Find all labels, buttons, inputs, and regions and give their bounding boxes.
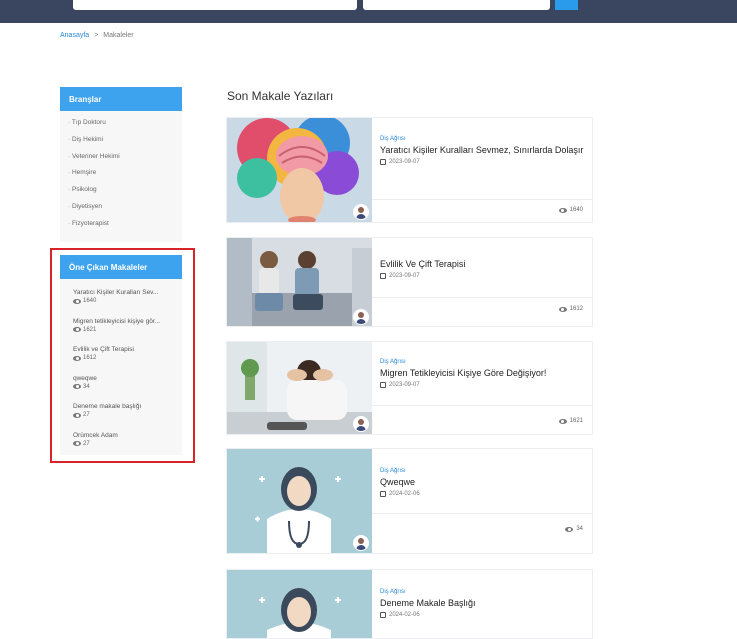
section-title: Son Makale Yazıları (227, 89, 334, 103)
breadcrumb-separator: > (94, 32, 99, 39)
article-image[interactable] (227, 342, 372, 434)
article-card[interactable]: Diş Ağrısı Yaratıcı Kişiler Kuralları Se… (226, 117, 593, 223)
calendar-icon (380, 491, 386, 497)
search-button[interactable] (555, 0, 578, 10)
article-date: 2023-09-07 (389, 159, 420, 165)
article-title[interactable]: Evlilik Ve Çift Terapisi (380, 259, 584, 270)
calendar-icon (380, 159, 386, 165)
article-date: 2023-09-07 (389, 273, 420, 279)
article-views: 1621 (569, 418, 583, 424)
calendar-icon (380, 273, 386, 279)
divider (372, 199, 592, 200)
branch-item[interactable]: Tıp Doktoru (68, 117, 182, 134)
branches-widget: Branşlar Tıp Doktoru Diş Hekimi Veterine… (60, 87, 182, 242)
article-image[interactable] (227, 238, 372, 326)
search-input[interactable] (73, 0, 357, 10)
article-date: 2024-02-06 (389, 612, 420, 618)
breadcrumb: Anasayfa > Makaleler (60, 32, 134, 39)
eye-icon (558, 207, 567, 213)
article-date: 2023-09-07 (389, 382, 420, 388)
article-category[interactable]: Diş Ağrısı (380, 468, 584, 474)
author-avatar[interactable] (353, 204, 369, 220)
article-title[interactable]: Qweqwe (380, 477, 584, 488)
highlight-box (50, 248, 195, 463)
branch-item[interactable]: Diş Hekimi (68, 134, 182, 151)
article-image[interactable] (227, 570, 372, 638)
article-category[interactable]: Diş Ağrısı (380, 589, 584, 595)
article-card[interactable]: Diş Ağrısı Qweqwe 2024-02-06 34 (226, 448, 593, 554)
eye-icon (558, 306, 567, 312)
branch-item[interactable]: Psikolog (68, 184, 182, 201)
article-title[interactable]: Yaratıcı Kişiler Kuralları Sevmez, Sınır… (380, 145, 584, 156)
article-title[interactable]: Migren Tetikleyicisi Kişiye Göre Değişiy… (380, 368, 584, 379)
branches-title: Branşlar (60, 87, 182, 111)
article-date: 2024-02-06 (389, 491, 420, 497)
article-image[interactable] (227, 449, 372, 553)
calendar-icon (380, 382, 386, 388)
article-views: 1640 (569, 207, 583, 213)
article-views: 1612 (569, 306, 583, 312)
breadcrumb-current: Makaleler (103, 32, 134, 39)
article-card[interactable]: Diş Ağrısı Migren Tetikleyicisi Kişiye G… (226, 341, 593, 435)
article-views: 34 (576, 526, 583, 532)
author-avatar[interactable] (353, 309, 369, 325)
top-navbar (0, 0, 737, 23)
branch-item[interactable]: Diyetisyen (68, 201, 182, 218)
breadcrumb-home-link[interactable]: Anasayfa (60, 32, 89, 39)
branch-item[interactable]: Fizyoterapist (68, 218, 182, 235)
eye-icon (558, 418, 567, 424)
branch-item[interactable]: Hemşire (68, 167, 182, 184)
article-image[interactable] (227, 118, 372, 222)
article-category[interactable]: Diş Ağrısı (380, 359, 584, 365)
calendar-icon (380, 612, 386, 618)
author-avatar[interactable] (353, 416, 369, 432)
branch-item[interactable]: Veteriner Hekimi (68, 151, 182, 168)
divider (372, 297, 592, 298)
eye-icon (565, 526, 574, 532)
branch-select[interactable] (363, 0, 550, 10)
article-category[interactable]: Diş Ağrısı (380, 136, 584, 142)
divider (372, 513, 592, 514)
article-card[interactable]: Evlilik Ve Çift Terapisi 2023-09-07 1612 (226, 237, 593, 327)
author-avatar[interactable] (353, 535, 369, 551)
article-title[interactable]: Deneme Makale Başlığı (380, 598, 584, 609)
divider (372, 405, 592, 406)
